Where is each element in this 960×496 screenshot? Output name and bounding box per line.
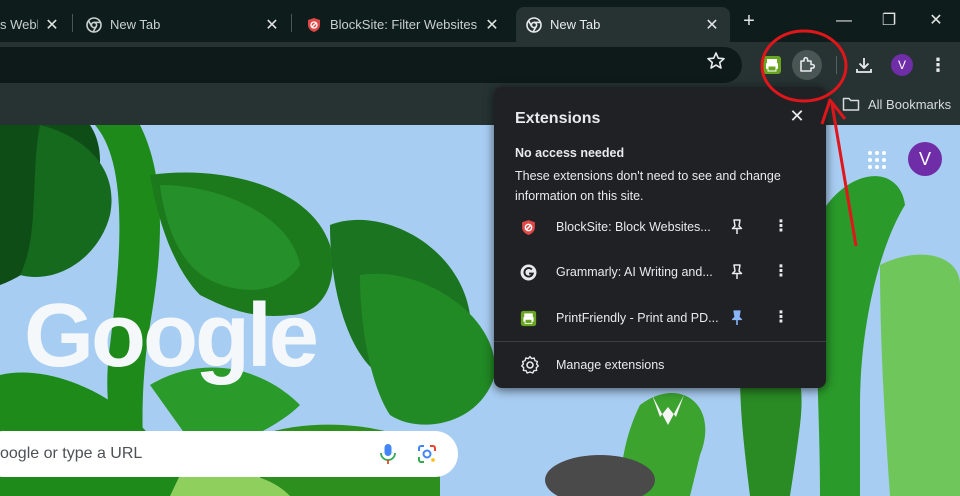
tab-3[interactable]: BlockSite: Filter Websites a ✕ [296, 7, 510, 42]
window-close-button[interactable]: ✕ [922, 8, 950, 34]
pinned-icon[interactable] [728, 309, 746, 327]
printfriendly-icon [520, 310, 537, 327]
minimize-button[interactable]: — [830, 8, 858, 34]
downloads-button[interactable] [849, 50, 879, 80]
tab-title: New Tab [550, 17, 601, 32]
puzzle-icon [800, 56, 816, 72]
extension-name: BlockSite: Block Websites... [556, 220, 711, 234]
blocksite-icon [522, 220, 535, 235]
printfriendly-extension-button[interactable] [757, 50, 787, 80]
microphone-icon[interactable] [378, 443, 398, 465]
extension-item-grammarly[interactable]: Grammarly: AI Writing and... ⋮ [494, 252, 826, 292]
search-placeholder: oogle or type a URL [0, 445, 143, 462]
all-bookmarks-label: All Bookmarks [868, 96, 952, 112]
close-icon[interactable]: ✕ [264, 15, 280, 35]
blocksite-icon [308, 17, 320, 32]
close-icon[interactable]: ✕ [704, 15, 720, 35]
google-logo: Google [24, 286, 319, 386]
tab-separator [72, 14, 73, 32]
extensions-button[interactable] [792, 50, 822, 80]
tab-title: New Tab [110, 17, 161, 32]
tab-2[interactable]: New Tab ✕ [76, 7, 290, 42]
section-heading: No access needed [515, 146, 625, 160]
extension-name: Grammarly: AI Writing and... [556, 265, 713, 279]
tab-separator [291, 14, 292, 32]
extension-item-printfriendly[interactable]: PrintFriendly - Print and PD... ⋮ [494, 298, 826, 338]
tab-strip: s Webl ✕ New Tab ✕ BlockSite: Filter Web… [0, 0, 960, 42]
grammarly-icon [520, 264, 537, 281]
all-bookmarks-button[interactable]: All Bookmarks [842, 96, 951, 112]
extension-name: PrintFriendly - Print and PD... [556, 311, 719, 325]
manage-extensions-button[interactable]: Manage extensions [494, 347, 826, 383]
new-tab-button[interactable]: + [738, 10, 760, 32]
chrome-menu-button[interactable]: ⋮ [923, 50, 953, 80]
more-options-icon[interactable]: ⋮ [772, 217, 790, 237]
toolbar: V ⋮ [0, 42, 960, 87]
more-options-icon[interactable]: ⋮ [772, 262, 790, 282]
google-lens-icon[interactable] [416, 443, 438, 465]
printfriendly-icon [763, 56, 781, 74]
chrome-icon [526, 16, 542, 33]
manage-extensions-label: Manage extensions [556, 358, 665, 372]
tab-title: s Webl [0, 17, 38, 32]
restore-button[interactable]: ❐ [875, 8, 903, 34]
bookmark-star-icon[interactable] [706, 51, 726, 71]
extensions-menu: Extensions ✕ No access needed These exte… [494, 87, 826, 388]
tab-title: BlockSite: Filter Websites a [330, 17, 478, 32]
address-bar[interactable] [0, 47, 742, 83]
close-icon[interactable]: ✕ [788, 107, 806, 125]
pin-icon[interactable] [728, 218, 746, 236]
google-apps-icon[interactable] [866, 149, 888, 171]
extensions-menu-title: Extensions [515, 110, 601, 127]
menu-divider [494, 341, 826, 342]
close-icon[interactable]: ✕ [44, 15, 60, 35]
more-options-icon[interactable]: ⋮ [772, 308, 790, 328]
extension-item-blocksite[interactable]: BlockSite: Block Websites... ⋮ [494, 207, 826, 247]
toolbar-separator [836, 56, 837, 74]
tab-1[interactable]: s Webl ✕ [0, 7, 70, 42]
gear-icon [521, 355, 539, 374]
folder-icon [842, 97, 860, 111]
profile-button[interactable]: V [887, 50, 917, 80]
close-icon[interactable]: ✕ [484, 15, 500, 35]
avatar: V [891, 54, 913, 76]
chrome-icon [86, 16, 102, 33]
download-icon [856, 58, 872, 73]
google-account-avatar[interactable]: V [908, 142, 942, 176]
search-input[interactable]: oogle or type a URL [0, 431, 458, 477]
tab-4-active[interactable]: New Tab ✕ [516, 7, 730, 42]
section-description: These extensions don't need to see and c… [515, 169, 781, 203]
pin-icon[interactable] [728, 263, 746, 281]
